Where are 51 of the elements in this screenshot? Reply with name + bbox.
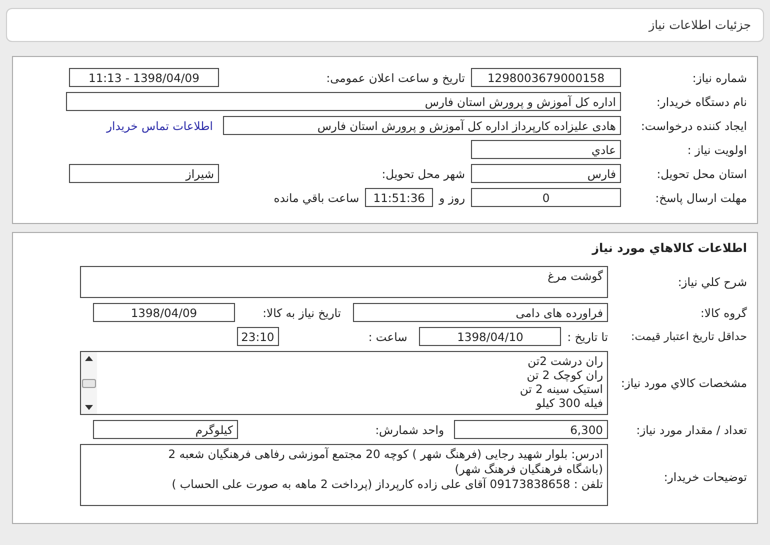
scroll-up-icon[interactable] <box>85 356 93 361</box>
validity-time-field: 23:10 <box>237 327 280 346</box>
validity-date-field: 1398/04/10 <box>419 327 562 346</box>
field-label: ایجاد کننده درخواست: <box>640 118 747 132</box>
field-label: مشخصات کالاي مورد نیاز: <box>622 376 747 390</box>
spec-line: ران کوچک 2 تن <box>526 368 603 382</box>
spec-line: فیله 300 کیلو <box>534 396 603 410</box>
field-label: شرح کلي نیاز: <box>676 275 747 289</box>
field-label: تاریخ و ساعت اعلان عمومی: <box>325 70 465 84</box>
announce-date-field: 1398/04/09 - 11:13 <box>69 68 219 87</box>
to-date-label: تا تاریخ : <box>567 330 608 344</box>
field-label: اولویت نیاز : <box>686 142 747 156</box>
section-heading: اطلاعات کالاهاي مورد نیاز <box>590 240 748 257</box>
province-field: فارس <box>471 164 621 183</box>
days-label: روز و <box>439 190 465 204</box>
page-title: جزئیات اطلاعات نیاز <box>648 18 751 32</box>
spec-line: استیک سینه 2 تن <box>518 382 603 396</box>
field-label: نام دستگاه خریدار: <box>655 94 747 108</box>
scroll-down-icon[interactable] <box>85 405 93 410</box>
field-label: شماره نیاز: <box>691 70 747 84</box>
requester-field: هادی علیزاده کارپرداز اداره کل آموزش و پرورش استان فارس <box>223 116 621 135</box>
field-label: گروه کالا: <box>700 306 747 320</box>
need-number-field: 1298003679000158 <box>471 68 621 87</box>
goods-group-field: فراورده های دامی <box>353 303 608 322</box>
buyer-contact-link[interactable]: اطلاعات تماس خریدار <box>106 118 213 132</box>
unit-field: کیلوگرم <box>93 420 238 439</box>
field-label: توضیحات خریدار: <box>662 469 747 484</box>
note-line: ادرس: بلوار شهید رجایی (فرهنگ شهر ) کوچه 20 مجتمع آموزشی رفاهی فرهنگیان شعبه 2 <box>167 447 603 462</box>
scrollbar[interactable] <box>81 352 97 414</box>
description-field: گوشت مرغ <box>80 266 608 298</box>
buyer-org-field: اداره کل آموزش و پرورش استان فارس <box>66 92 621 111</box>
field-label: تعداد / مقدار مورد نیاز: <box>635 422 747 436</box>
specs-listbox[interactable]: ران درشت 2تن ران کوچک 2 تن استیک سینه 2 تن فیله 300 کیلو <box>80 351 608 415</box>
note-line: تلفن : 09173838658 آقای علی زاده کارپرداز (پرداخت 2 ماهه به صورت علی الحساب ) <box>170 477 603 492</box>
remaining-time-field: 11:51:36 <box>365 188 434 207</box>
need-date-field: 1398/04/09 <box>93 303 235 322</box>
spec-line: ران درشت 2تن <box>526 354 603 368</box>
field-label: استان محل تحویل: <box>656 166 747 180</box>
remaining-time-label: ساعت باقي مانده <box>274 190 360 204</box>
quantity-field: 6,300 <box>454 420 608 439</box>
scroll-thumb[interactable] <box>82 378 96 388</box>
city-field: شیراز <box>69 164 219 183</box>
priority-field: عادي <box>471 140 621 159</box>
field-label: تاریخ نیاز به کالا: <box>262 306 341 320</box>
field-label: شهر محل تحویل: <box>380 166 465 180</box>
field-label: حداقل تاریخ اعتبار قیمت: <box>630 330 747 343</box>
field-label: مهلت ارسال پاسخ: <box>654 190 747 204</box>
time-label: ساعت : <box>367 330 408 344</box>
field-label: واحد شمارش: <box>374 422 444 436</box>
note-line: (باشگاه فرهنگیان فرهنگ شهر) <box>454 462 603 477</box>
days-field: 0 <box>471 188 621 207</box>
